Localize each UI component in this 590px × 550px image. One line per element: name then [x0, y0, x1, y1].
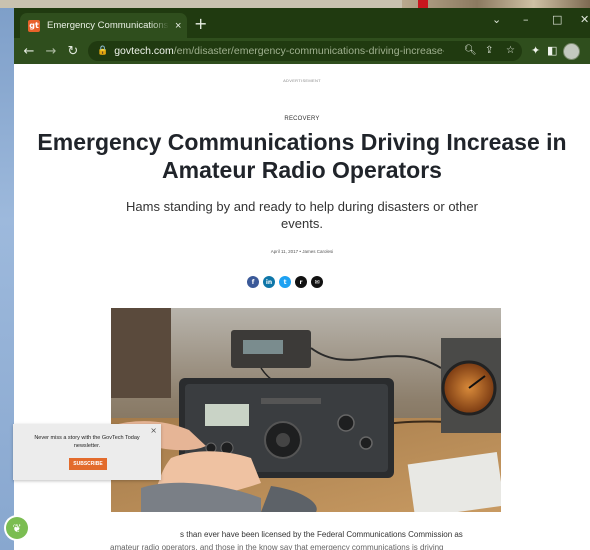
newsletter-popup: × Never miss a story with the GovTech To… — [13, 424, 161, 480]
back-arrow-icon[interactable]: ← — [22, 44, 36, 59]
subscribe-button[interactable]: SUBSCRIBE — [69, 458, 107, 470]
forward-arrow-icon[interactable]: → — [44, 44, 58, 59]
popup-close-icon[interactable]: × — [150, 426, 157, 435]
hero-image-radio-transceiver — [111, 308, 501, 512]
govtech-favicon-icon: gt — [28, 19, 40, 32]
desktop-background — [0, 0, 14, 550]
twitter-share-icon[interactable]: t — [279, 276, 291, 288]
profile-avatar[interactable] — [563, 43, 580, 60]
linkedin-share-icon[interactable]: in — [263, 276, 275, 288]
article-subheadline: Hams standing by and ready to help durin… — [126, 199, 478, 231]
share-buttons: f in t r ✉ — [247, 276, 323, 288]
reddit-share-icon[interactable]: r — [295, 276, 307, 288]
article-headline: Emergency Communications Driving Increas… — [37, 129, 567, 183]
tab-close-icon[interactable]: × — [175, 20, 181, 32]
maximize-button[interactable]: □ — [552, 13, 562, 26]
new-tab-button[interactable]: + — [194, 14, 207, 33]
reload-icon[interactable]: ↻ — [66, 44, 80, 59]
article-category[interactable]: RECOVERY — [14, 116, 590, 122]
tab-title: Emergency Communications Driv — [47, 20, 169, 31]
article-byline: April 11, 2017 • James Carolesi — [270, 249, 334, 254]
tab-search-chevron-icon[interactable]: ⌄ — [492, 13, 501, 26]
side-panel-icon[interactable]: ◧ — [547, 44, 557, 57]
bookmark-star-icon[interactable]: ☆ — [506, 45, 515, 56]
article-body-line: s than ever have been licensed by the Fe… — [180, 530, 463, 539]
address-bar[interactable]: 🔒 govtech.com/em/disaster/emergency-comm… — [88, 41, 522, 61]
article-body-line: amateur radio operators, and those in th… — [110, 543, 444, 550]
article-body: s than ever have been licensed by the Fe… — [110, 528, 500, 550]
browser-toolbar: ← → ↻ 🔒 govtech.com/em/disaster/emergenc… — [14, 38, 590, 64]
email-share-icon[interactable]: ✉ — [311, 276, 323, 288]
advertisement-label: ADVERTISEMENT — [283, 78, 321, 83]
browser-tab-active[interactable]: gt Emergency Communications Driv × — [20, 13, 187, 38]
url-path: /em/disaster/emergency-communications-dr… — [173, 45, 445, 57]
share-icon[interactable]: ⇪ — [485, 45, 493, 56]
extensions-puzzle-icon[interactable]: ✦ — [531, 44, 540, 57]
chat-widget-icon[interactable]: ❦ — [6, 517, 28, 539]
url-domain: govtech.com — [114, 45, 174, 57]
zoom-search-icon[interactable]: 🔍︎ — [464, 45, 477, 56]
lock-icon: 🔒 — [97, 46, 109, 56]
close-window-button[interactable]: ✕ — [580, 13, 589, 26]
browser-titlebar: gt Emergency Communications Driv × + ⌄ –… — [14, 8, 590, 38]
facebook-share-icon[interactable]: f — [247, 276, 259, 288]
desktop-wallpaper-detail — [418, 0, 428, 8]
url-text: govtech.com/em/disaster/emergency-commun… — [114, 45, 444, 57]
newsletter-message: Never miss a story with the GovTech Toda… — [34, 435, 140, 449]
minimize-button[interactable]: – — [523, 13, 529, 26]
desktop-wallpaper-photo — [402, 0, 590, 8]
